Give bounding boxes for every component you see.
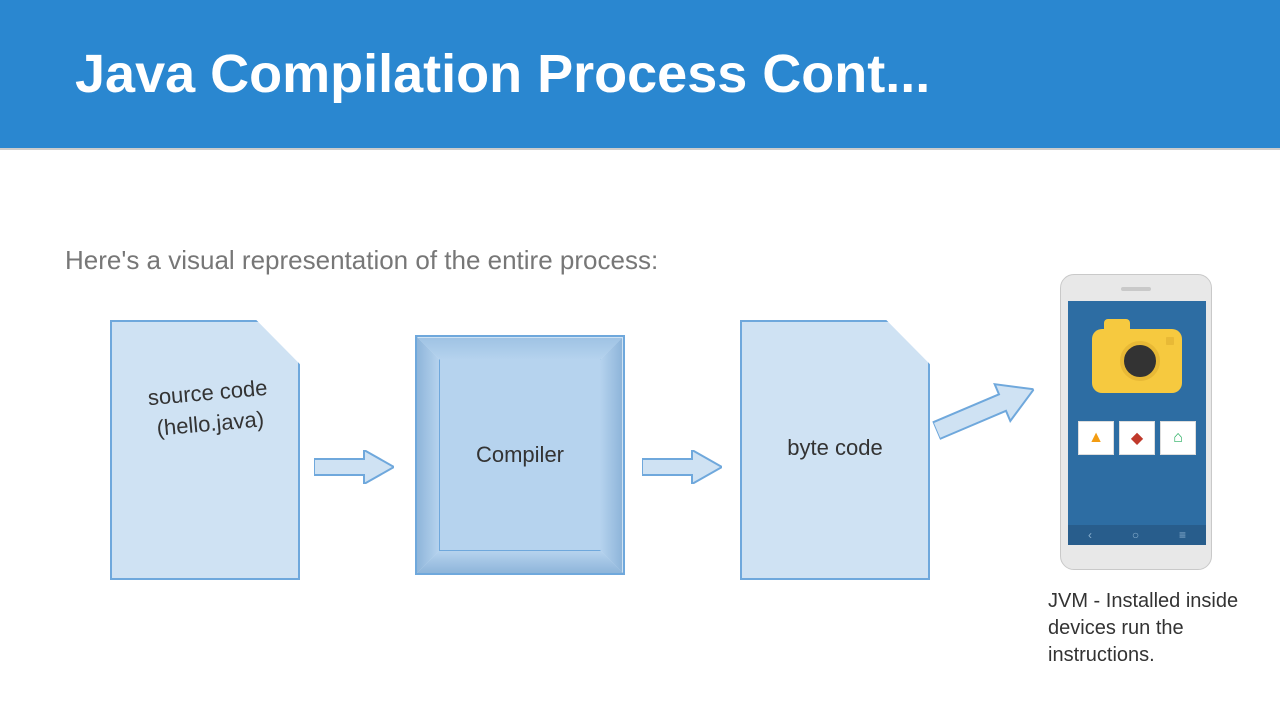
source-code-node: source code (hello.java) <box>110 320 300 580</box>
camera-flash-icon <box>1166 337 1174 345</box>
process-diagram: source code (hello.java) Compiler byte c… <box>110 320 1220 580</box>
bytecode-label: byte code <box>740 435 930 461</box>
source-code-label: source code (hello.java) <box>132 372 287 446</box>
nav-home-icon: ○ <box>1132 528 1139 542</box>
thumbnail-icon: ▲ <box>1078 421 1114 455</box>
bytecode-node: byte code <box>740 320 930 580</box>
phone-speaker-icon <box>1121 287 1151 291</box>
compiler-box-shape: Compiler <box>415 335 625 575</box>
camera-icon <box>1092 329 1182 393</box>
slide-title: Java Compilation Process Cont... <box>75 43 930 105</box>
arrow-icon <box>921 352 1050 467</box>
phone-nav-bar: ‹ ○ ≡ <box>1068 525 1206 545</box>
thumbnail-row: ▲ ◆ ⌂ <box>1078 421 1196 455</box>
nav-recent-icon: ≡ <box>1179 528 1186 542</box>
slide-header: Java Compilation Process Cont... <box>0 0 1280 150</box>
arrow-icon <box>314 450 394 484</box>
thumbnail-icon: ◆ <box>1119 421 1155 455</box>
thumbnail-icon: ⌂ <box>1160 421 1196 455</box>
intro-text: Here's a visual representation of the en… <box>65 245 658 276</box>
compiler-node: Compiler <box>415 335 625 575</box>
compiler-label: Compiler <box>476 442 564 468</box>
nav-back-icon: ‹ <box>1088 528 1092 542</box>
arrow-icon <box>642 450 722 484</box>
device-phone-icon: ▲ ◆ ⌂ ‹ ○ ≡ <box>1060 274 1212 570</box>
file-icon <box>110 320 300 580</box>
camera-lens-icon <box>1120 341 1160 381</box>
jvm-caption: JVM - Installed inside devices run the i… <box>1048 588 1248 669</box>
phone-screen: ▲ ◆ ⌂ ‹ ○ ≡ <box>1068 301 1206 545</box>
